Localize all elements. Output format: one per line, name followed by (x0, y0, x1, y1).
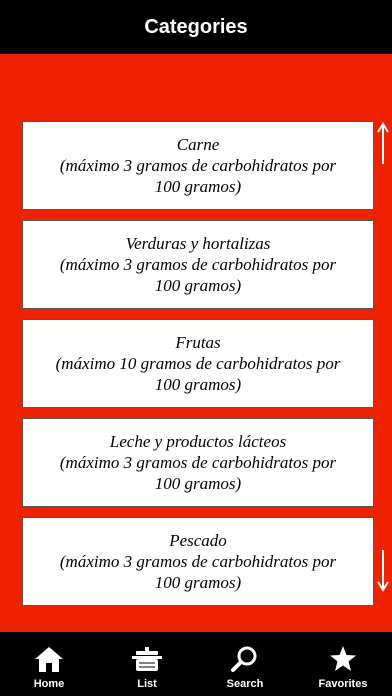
category-item-verduras[interactable]: Verduras y hortalizas (máximo 3 gramos d… (22, 220, 374, 309)
tab-list[interactable]: List (98, 632, 196, 696)
tab-label: Favorites (318, 678, 368, 690)
category-name: Leche y productos lácteos (109, 432, 287, 451)
page-title: Categories (144, 15, 248, 38)
scroll-up-arrow-icon[interactable] (377, 122, 389, 166)
category-item-frutas[interactable]: Frutas (máximo 10 gramos de carbohidrato… (22, 319, 374, 408)
category-detail: 100 gramos) (154, 573, 242, 592)
category-detail: (máximo 10 gramos de carbohidratos por (55, 354, 341, 373)
category-name: Verduras y hortalizas (125, 234, 271, 253)
tab-search[interactable]: Search (196, 632, 294, 696)
pot-icon (131, 644, 163, 674)
category-name: Carne (176, 135, 220, 154)
tab-favorites[interactable]: Favorites (294, 632, 392, 696)
category-detail: 100 gramos) (154, 375, 242, 394)
category-item-leche[interactable]: Leche y productos lácteos (máximo 3 gram… (22, 418, 374, 507)
home-icon (34, 644, 64, 674)
category-detail: (máximo 3 gramos de carbohidratos por (59, 552, 337, 571)
category-detail: 100 gramos) (154, 276, 242, 295)
tab-bar: Home List Search Favorites (0, 632, 392, 696)
category-detail: 100 gramos) (154, 474, 242, 493)
category-name: Pescado (169, 531, 227, 550)
tab-home[interactable]: Home (0, 632, 98, 696)
category-detail: (máximo 3 gramos de carbohidratos por (59, 453, 337, 472)
category-item-pescado[interactable]: Pescado (máximo 3 gramos de carbohidrato… (22, 517, 374, 606)
category-detail: (máximo 3 gramos de carbohidratos por (59, 156, 337, 175)
tab-label: List (137, 678, 157, 690)
category-detail: 100 gramos) (154, 177, 242, 196)
nav-bar: Categories (0, 0, 392, 54)
tab-label: Home (33, 678, 65, 690)
scroll-down-arrow-icon[interactable] (377, 548, 389, 592)
category-detail: (máximo 3 gramos de carbohidratos por (59, 255, 337, 274)
category-name: Frutas (175, 333, 221, 352)
category-list[interactable]: Carne (máximo 3 gramos de carbohidratos … (22, 121, 374, 632)
category-item-carne[interactable]: Carne (máximo 3 gramos de carbohidratos … (22, 121, 374, 210)
content-area: Carne (máximo 3 gramos de carbohidratos … (0, 54, 392, 632)
search-icon (230, 644, 260, 674)
star-icon (329, 644, 357, 674)
tab-label: Search (226, 678, 264, 690)
